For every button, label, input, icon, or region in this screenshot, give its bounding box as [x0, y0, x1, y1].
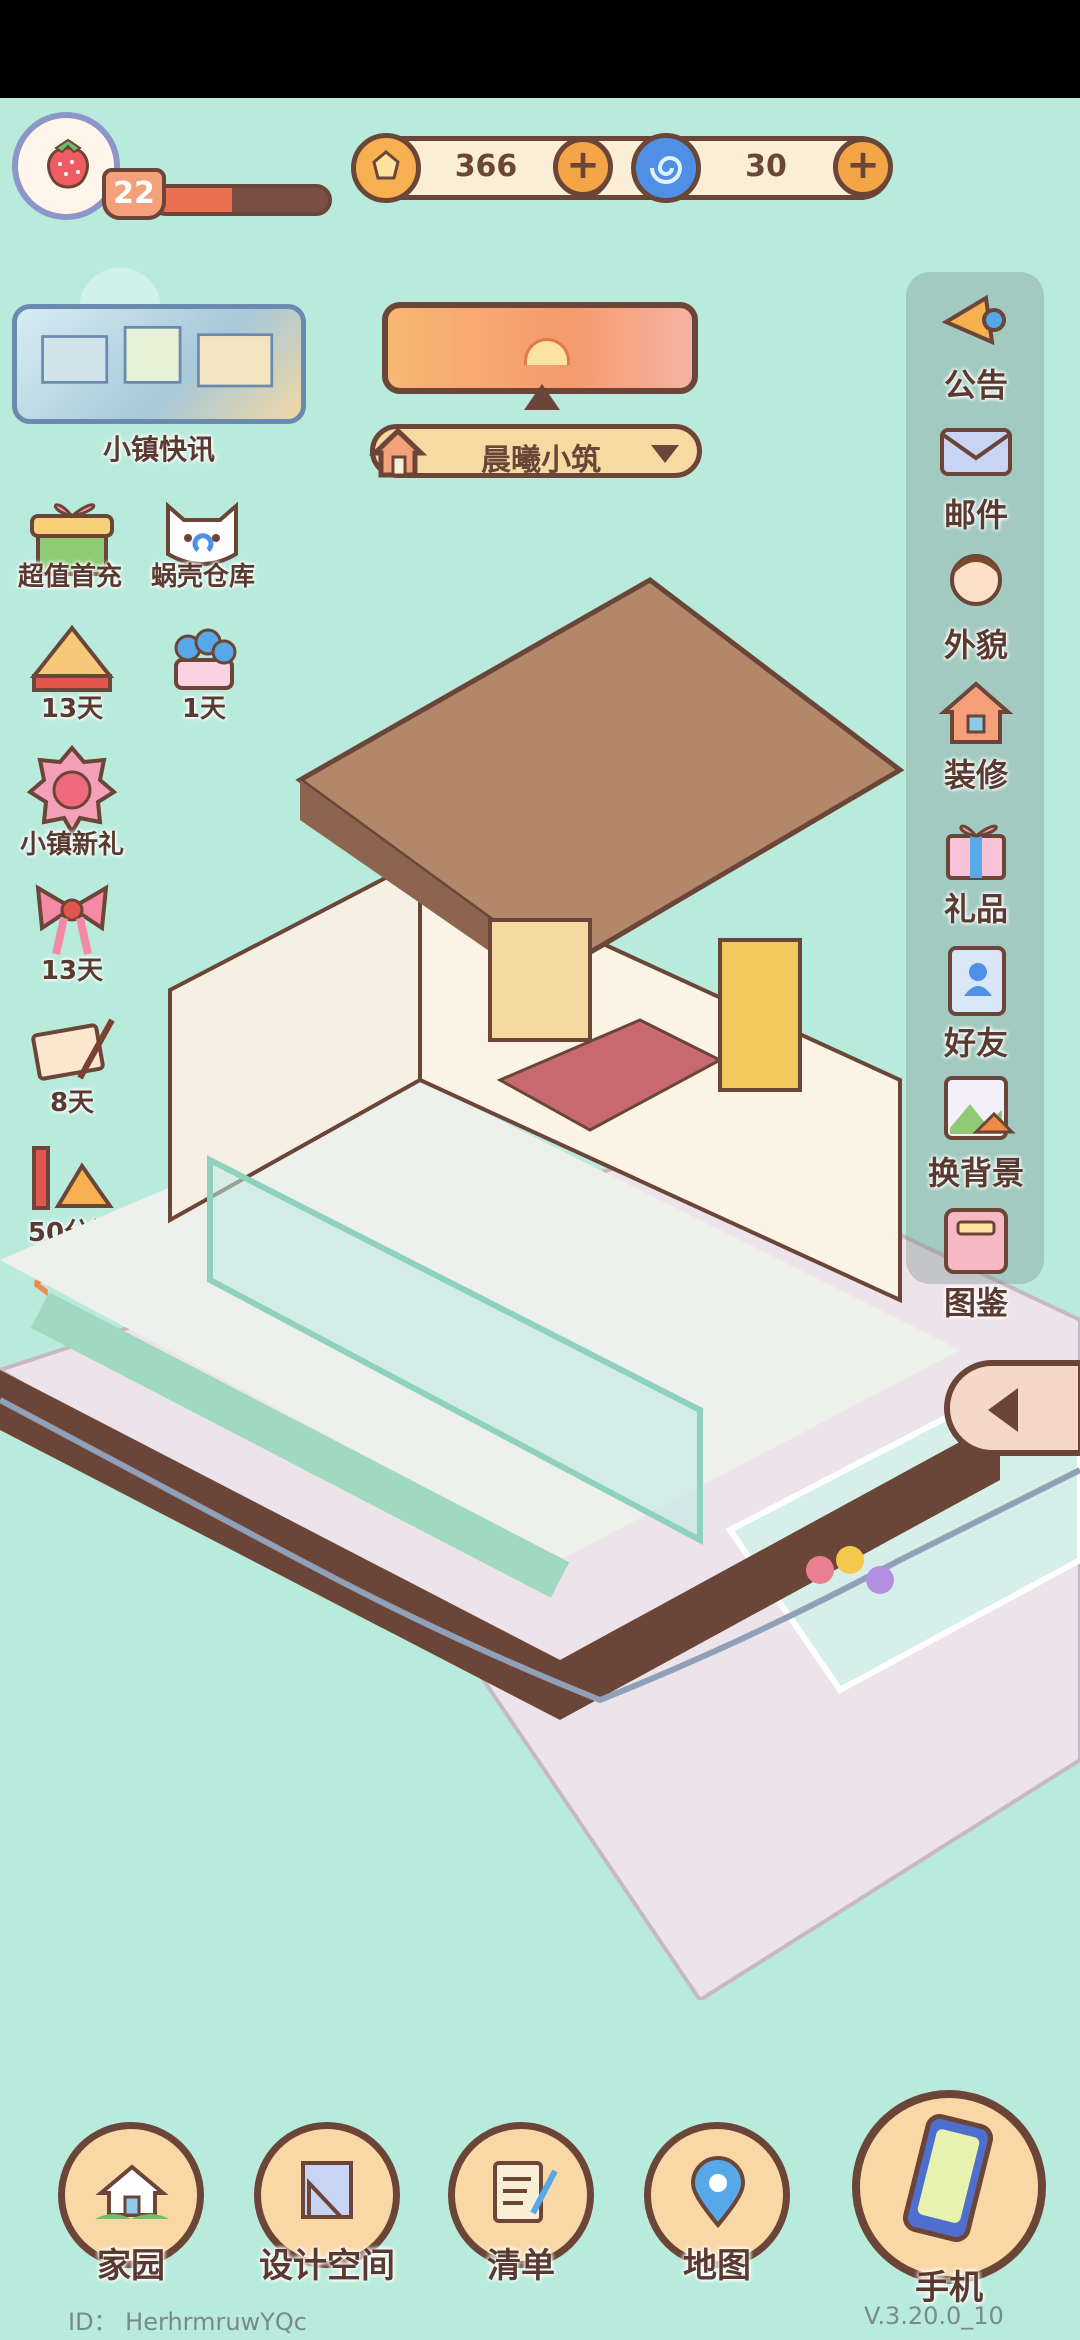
appearance-button[interactable]: 外貌 — [916, 542, 1036, 670]
nav-design-label: 设计空间 — [259, 2246, 395, 2286]
coin-value: 366 — [454, 149, 518, 184]
nav-map-label: 地图 — [683, 2246, 751, 2286]
album-icon — [944, 1208, 1008, 1274]
nav-phone-button[interactable] — [852, 2090, 1046, 2284]
map-pin-icon — [690, 2156, 746, 2229]
player-id-text: ID： HerhrmruwYQc — [68, 2308, 307, 2336]
blueprint-icon — [301, 2161, 353, 2219]
nav-home-label: 家园 — [97, 2246, 165, 2286]
sun-icon — [524, 338, 570, 365]
collection-button[interactable]: 图鉴 — [916, 1200, 1036, 1328]
weather-panel[interactable] — [382, 302, 698, 394]
home-icon — [369, 427, 427, 478]
shell-icon — [631, 133, 701, 203]
landscape-icon — [944, 1076, 1016, 1140]
avatar-icon — [950, 554, 1002, 606]
gift-label: 礼品 — [943, 890, 1008, 928]
strawberry-icon — [47, 138, 89, 189]
mail-button[interactable]: 邮件 — [916, 412, 1036, 540]
announcement-label: 公告 — [943, 366, 1008, 404]
appearance-label: 外貌 — [943, 626, 1008, 664]
list-icon — [493, 2161, 558, 2223]
decorate-label: 装修 — [943, 756, 1008, 794]
coin-counter: 366 + — [351, 133, 613, 203]
news-preview-image — [41, 325, 274, 388]
add-coins-button[interactable]: + — [553, 137, 613, 197]
home-icon — [95, 2164, 169, 2219]
nav-list-label: 清单 — [487, 2246, 555, 2286]
gift-button[interactable]: 礼品 — [916, 806, 1036, 934]
shell-counter: 30 + — [631, 133, 893, 203]
phone-icon — [902, 2114, 994, 2242]
announcement-button[interactable]: 公告 — [916, 282, 1036, 410]
mail-label: 邮件 — [943, 496, 1008, 534]
town-news-label: 小镇快讯 — [102, 433, 215, 466]
house-wrench-icon — [938, 681, 1014, 744]
friends-label: 好友 — [943, 1024, 1008, 1062]
contact-book-icon — [948, 946, 1006, 1016]
chevron-left-icon — [988, 1388, 1018, 1432]
friends-button[interactable]: 好友 — [916, 940, 1036, 1068]
coin-icon — [351, 133, 421, 203]
collapse-panel-button[interactable] — [944, 1360, 1080, 1456]
gift-icon — [946, 824, 1006, 880]
collection-label: 图鉴 — [943, 1284, 1008, 1322]
chevron-down-icon — [651, 445, 679, 463]
town-news-thumbnail[interactable] — [12, 304, 306, 424]
megaphone-icon — [941, 294, 1006, 346]
mail-icon — [940, 428, 1012, 476]
house-name-text: 晨曦小筑 — [481, 443, 601, 478]
level-badge: 22 — [102, 168, 166, 220]
change-background-label: 换背景 — [927, 1154, 1024, 1192]
xp-bar — [150, 184, 332, 216]
change-background-button[interactable]: 换背景 — [916, 1070, 1036, 1198]
weather-pointer-icon — [524, 384, 560, 410]
shell-value: 30 — [745, 149, 787, 184]
status-bar — [0, 0, 1080, 98]
house-selector[interactable]: 晨曦小筑 — [369, 424, 702, 478]
decorate-button[interactable]: 装修 — [916, 672, 1036, 800]
add-shells-button[interactable]: + — [833, 137, 893, 197]
version-text: V.3.20.0_10 — [864, 2302, 1004, 2330]
